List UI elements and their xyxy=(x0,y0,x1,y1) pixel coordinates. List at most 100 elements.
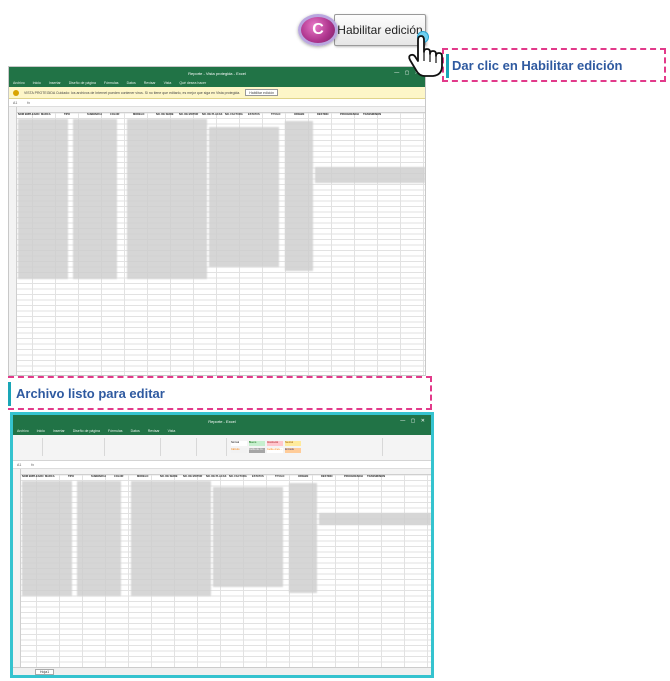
header-cell: SUBMARCA xyxy=(87,113,103,116)
style-neutral[interactable]: Neutral xyxy=(285,441,301,446)
fx-icon: fx xyxy=(27,100,31,105)
header-cell: ESTATUS xyxy=(248,113,260,116)
step-badge: C xyxy=(298,14,338,46)
hand-cursor-icon xyxy=(408,35,443,77)
tab-diseno[interactable]: Diseño de página xyxy=(69,81,96,85)
blurred-data xyxy=(285,121,313,271)
header-cell: MODELO xyxy=(137,475,149,478)
header-cell: MODELO xyxy=(133,113,145,116)
header-cell: NO. DE MOTOR xyxy=(183,475,203,478)
header-cell: TITULO xyxy=(275,475,285,478)
style-calc[interactable]: Cálculo xyxy=(231,448,247,453)
row-numbers xyxy=(9,107,17,375)
header-cell: TITULO xyxy=(271,113,281,116)
tab-insertar[interactable]: Insertar xyxy=(53,429,65,433)
number-group[interactable] xyxy=(163,438,197,456)
style-input[interactable]: Entrada xyxy=(285,448,301,453)
tell-me-search[interactable]: Qué desea hacer xyxy=(179,81,206,85)
header-cell: DESTINO xyxy=(321,475,333,478)
name-box[interactable]: A1 xyxy=(17,463,21,467)
tab-vista[interactable]: Vista xyxy=(164,81,172,85)
formula-bar: A1 fx xyxy=(9,99,425,107)
name-box[interactable]: A1 xyxy=(13,101,17,105)
header-cell: NO. DE PLACAS xyxy=(202,113,223,116)
header-cell: NOM EMPLEADO xyxy=(22,475,44,478)
window-controls[interactable]: — ▢ ✕ xyxy=(400,418,427,424)
shield-icon xyxy=(13,89,19,96)
blurred-data xyxy=(18,119,68,279)
header-cell: TRANSMISION xyxy=(367,475,386,478)
excel-protected-view-screenshot: Reporte - Vista protegida - Excel — ▢ ✕ … xyxy=(8,66,426,376)
style-check[interactable]: Celda de co... xyxy=(249,448,265,453)
window-title: Reporte - Excel xyxy=(208,418,236,424)
header-cell: PROCEDENCIA xyxy=(340,113,360,116)
tab-formulas[interactable]: Fórmulas xyxy=(108,429,123,433)
spreadsheet-grid[interactable]: NOM EMPLEADO MARCA TIPO SUBMARCA COLOR M… xyxy=(9,107,425,375)
header-row: NOM EMPLEADO MARCA TIPO SUBMARCA COLOR M… xyxy=(21,475,431,480)
header-cell: NO. DE SERIE xyxy=(160,475,178,478)
header-cell: NOM EMPLEADO xyxy=(18,113,40,116)
header-cell: ESTATUS xyxy=(252,475,264,478)
tab-revisar[interactable]: Revisar xyxy=(144,81,156,85)
blurred-data xyxy=(131,481,211,596)
tab-archivo[interactable]: Archivo xyxy=(13,81,25,85)
blurred-data xyxy=(213,487,283,587)
style-linked[interactable]: Celda vincu... xyxy=(267,448,283,453)
conditional-format-group[interactable] xyxy=(199,438,227,456)
tab-vista[interactable]: Vista xyxy=(168,429,176,433)
accent-bar xyxy=(446,54,449,78)
excel-title-bar: Reporte - Vista protegida - Excel — ▢ ✕ xyxy=(9,67,425,79)
header-cell: MARCA xyxy=(45,475,55,478)
blurred-data xyxy=(22,481,72,596)
cells-group[interactable] xyxy=(343,438,383,456)
tab-archivo[interactable]: Archivo xyxy=(17,429,29,433)
tab-datos[interactable]: Datos xyxy=(127,81,136,85)
editing-group[interactable] xyxy=(385,438,431,456)
header-cell: NO. FACTURA xyxy=(229,475,247,478)
spreadsheet-grid[interactable]: NOM EMPLEADO MARCA TIPO SUBMARCA COLOR M… xyxy=(13,469,431,667)
enable-editing-small-button[interactable]: Habilitar edición xyxy=(245,89,279,96)
header-cell: PROCEDENCIA xyxy=(344,475,364,478)
excel-title-bar: Reporte - Excel — ▢ ✕ xyxy=(13,415,431,427)
ready-text: Archivo listo para editar xyxy=(16,385,165,401)
header-cell: NO. DE SERIE xyxy=(156,113,174,116)
tab-insertar[interactable]: Insertar xyxy=(49,81,61,85)
tab-inicio[interactable]: Inicio xyxy=(33,81,41,85)
protected-view-bar: VISTA PROTEGIDA Cuidado: los archivos de… xyxy=(9,87,425,99)
header-cell: NO. DE MOTOR xyxy=(179,113,199,116)
excel-editable-screenshot: Reporte - Excel — ▢ ✕ Archivo Inicio Ins… xyxy=(10,412,434,678)
clipboard-group[interactable] xyxy=(15,438,43,456)
header-cell: SUBMARCA xyxy=(91,475,107,478)
formula-bar: A1 fx xyxy=(13,461,431,469)
ribbon-tabs: Archivo Inicio Insertar Diseño de página… xyxy=(13,427,431,435)
tab-diseno[interactable]: Diseño de página xyxy=(73,429,100,433)
header-cell: MARCA xyxy=(41,113,51,116)
font-group[interactable] xyxy=(45,438,105,456)
header-cell: COLOR xyxy=(110,113,120,116)
tab-formulas[interactable]: Fórmulas xyxy=(104,81,119,85)
ready-callout: Archivo listo para editar xyxy=(8,376,432,410)
instruction-callout: Dar clic en Habilitar edición xyxy=(442,48,666,82)
header-cell: TIPO xyxy=(68,475,75,478)
instruction-text: Dar clic en Habilitar edición xyxy=(452,57,623,73)
tab-datos[interactable]: Datos xyxy=(131,429,140,433)
blurred-data xyxy=(127,119,207,279)
window-title: Reporte - Vista protegida - Excel xyxy=(188,70,246,76)
blurred-data xyxy=(77,481,121,596)
header-cell: ORIGEN xyxy=(298,475,309,478)
header-cell: NO. FACTURA xyxy=(225,113,243,116)
style-normal[interactable]: Normal xyxy=(231,441,247,446)
blurred-data xyxy=(319,513,431,525)
fx-icon: fx xyxy=(31,462,35,467)
style-bad[interactable]: Incorrecto xyxy=(267,441,283,446)
header-cell: COLOR xyxy=(114,475,124,478)
style-good[interactable]: Bueno xyxy=(249,441,265,446)
alignment-group[interactable] xyxy=(107,438,161,456)
sheet-tab[interactable]: Hoja1 xyxy=(35,668,55,675)
protected-message: VISTA PROTEGIDA Cuidado: los archivos de… xyxy=(24,90,241,95)
tab-revisar[interactable]: Revisar xyxy=(148,429,160,433)
header-cell: TRANSMISION xyxy=(363,113,382,116)
tab-inicio[interactable]: Inicio xyxy=(37,429,45,433)
row-numbers xyxy=(13,469,21,667)
blurred-data xyxy=(209,127,279,267)
